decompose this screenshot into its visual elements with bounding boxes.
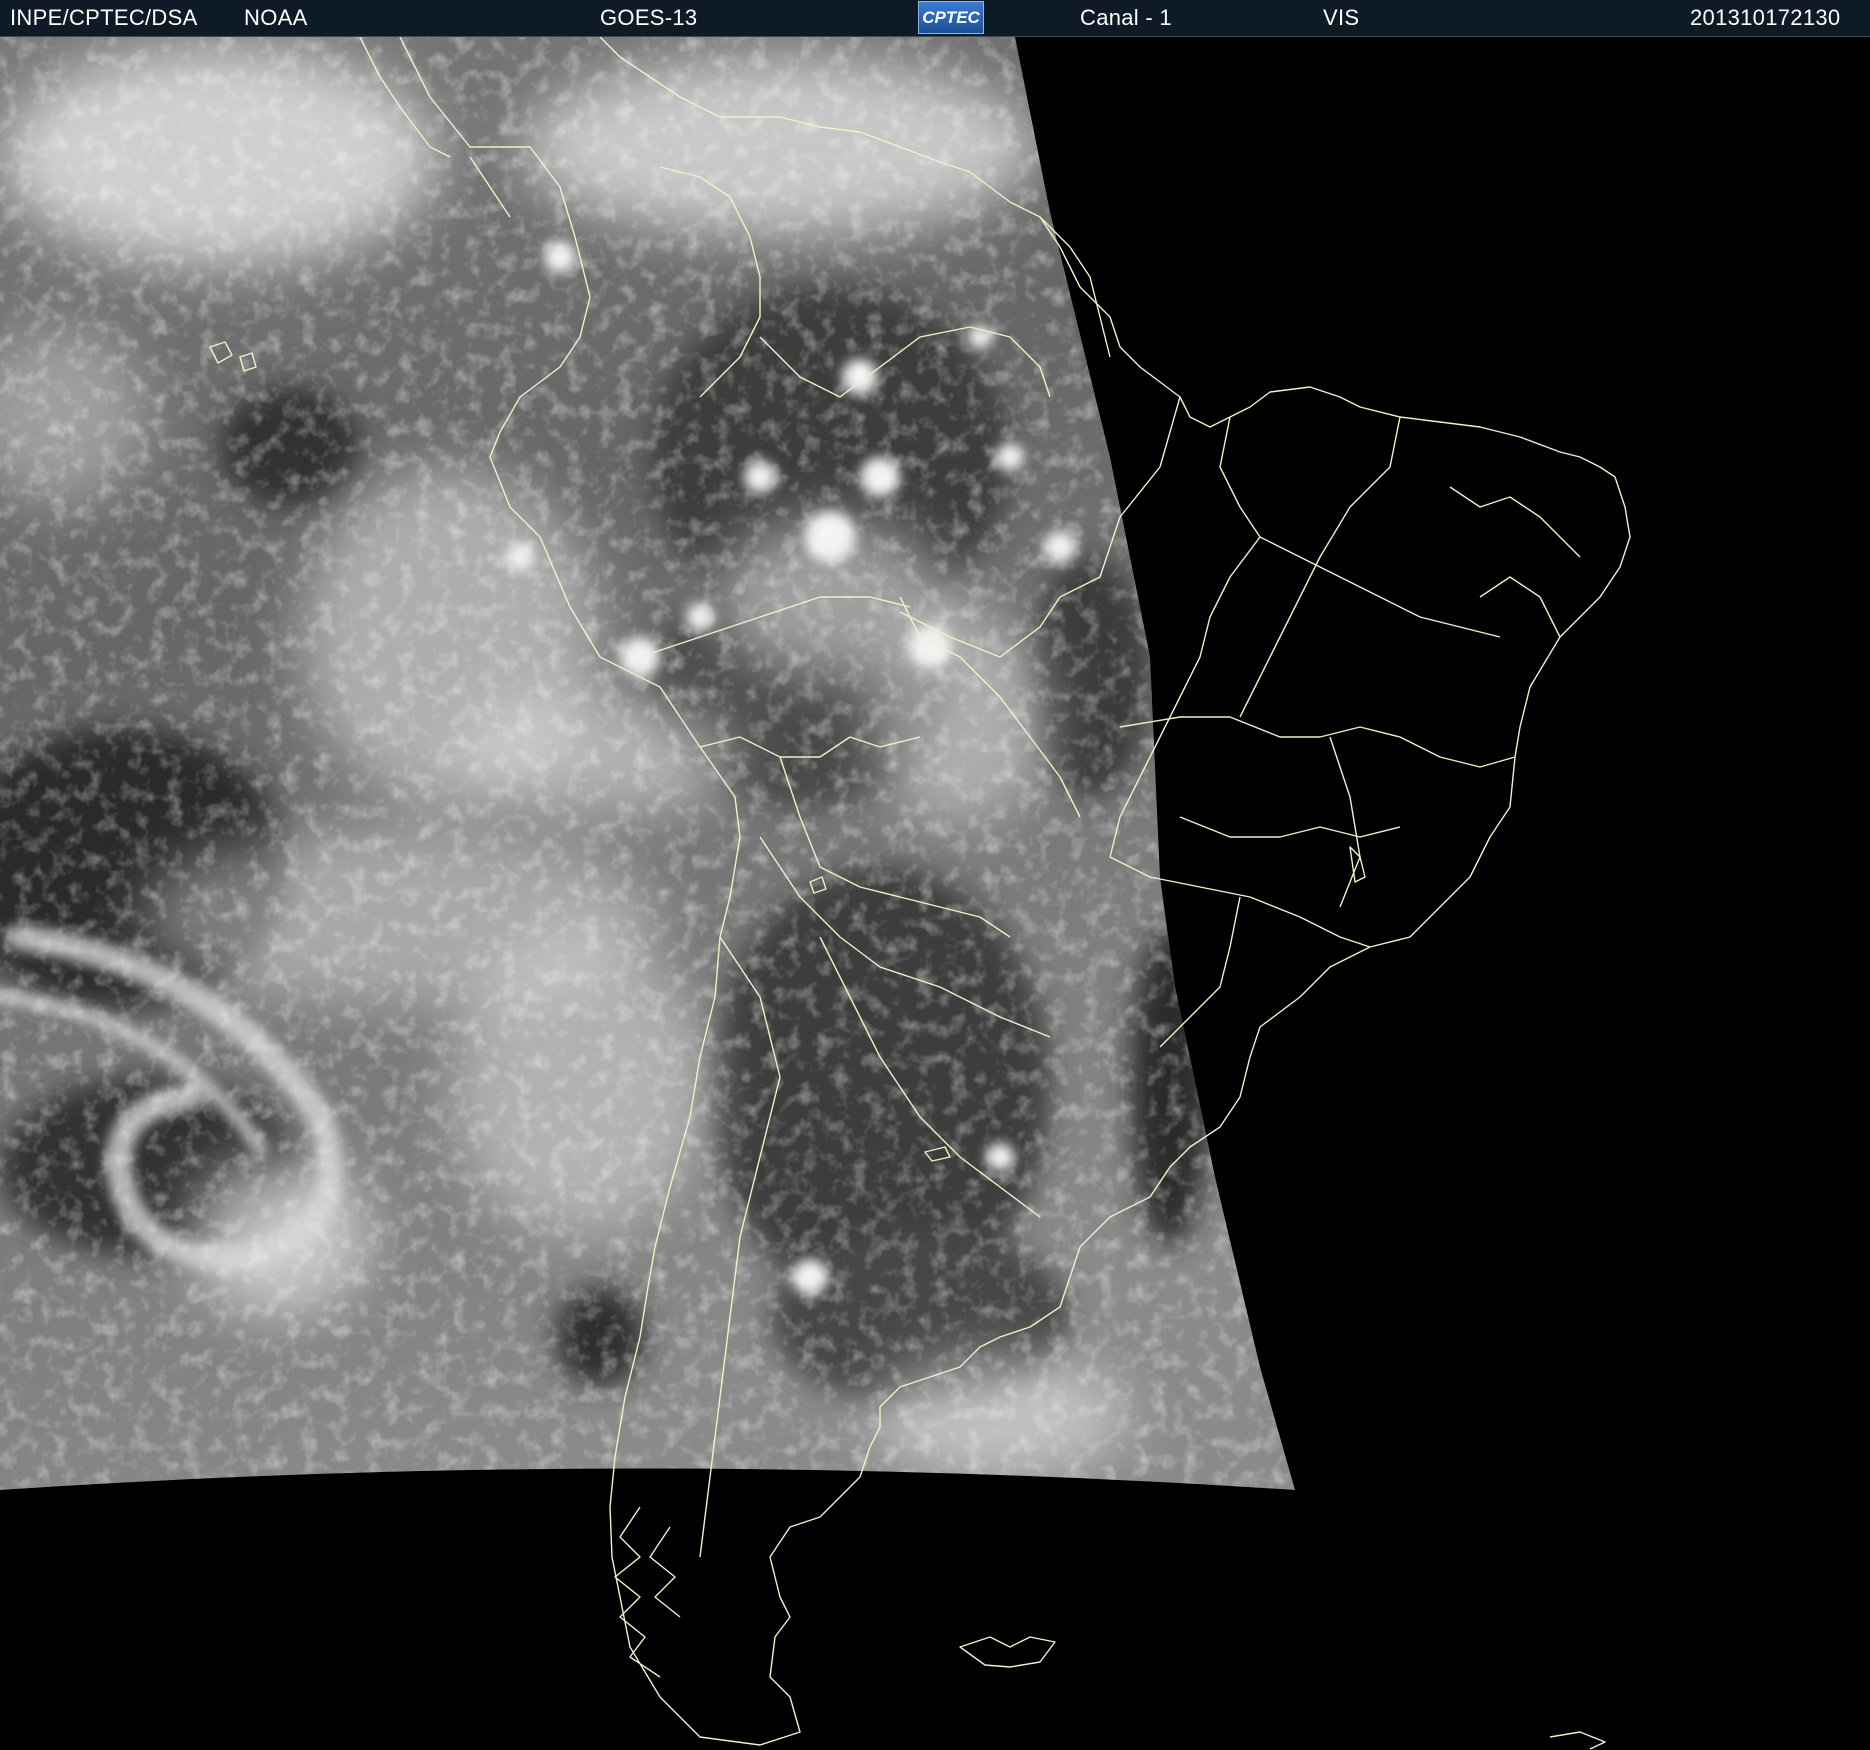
channel-label: Canal - 1 (1080, 5, 1172, 30)
timestamp-label: 201310172130 (1690, 5, 1841, 30)
source-label: NOAA (244, 5, 308, 30)
band-label: VIS (1323, 5, 1360, 30)
satellite-image (0, 37, 1631, 1750)
satellite-label: GOES-13 (600, 5, 698, 30)
logo-text: CPTEC (922, 8, 980, 27)
header-bar: INPE/CPTEC/DSA NOAA GOES-13 CPTEC Canal … (0, 0, 1870, 37)
agency-label: INPE/CPTEC/DSA (10, 5, 198, 30)
cptec-logo-icon: CPTEC (918, 1, 984, 34)
